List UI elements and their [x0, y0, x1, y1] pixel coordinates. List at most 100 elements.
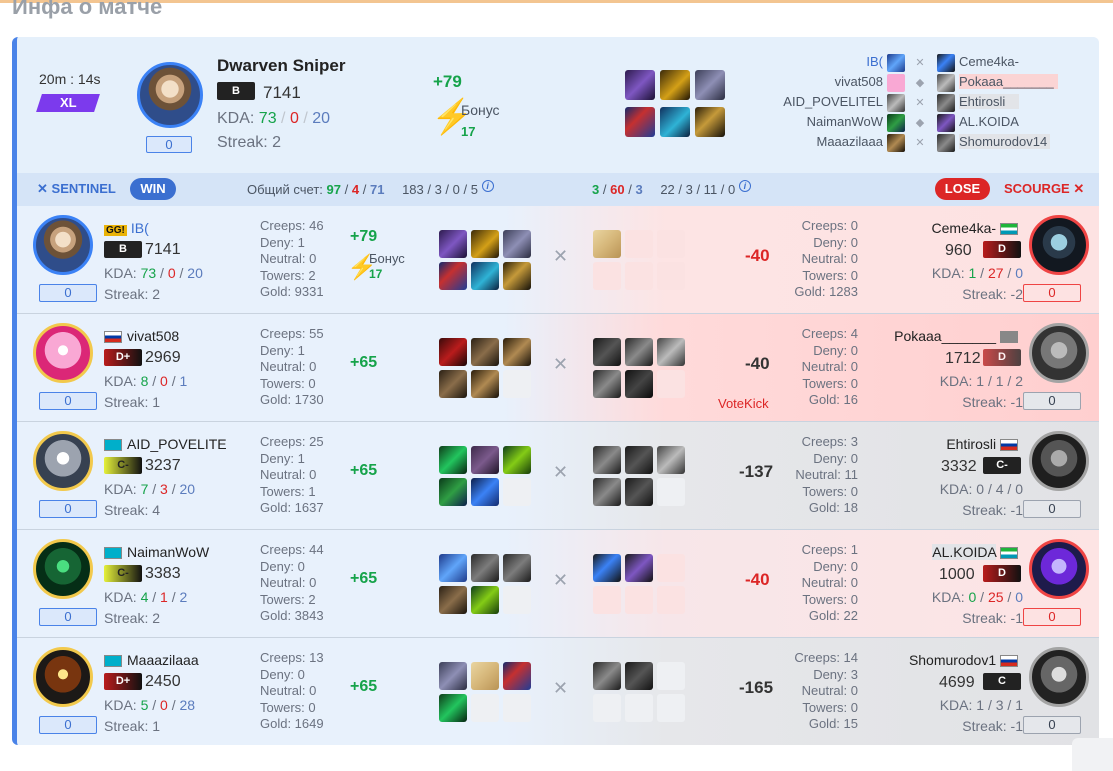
item-icon[interactable] [503, 662, 531, 690]
item-icon[interactable] [593, 554, 621, 582]
player-avatar[interactable] [33, 323, 93, 383]
item-icon[interactable] [471, 554, 499, 582]
item-icon[interactable] [657, 338, 685, 366]
item-icon[interactable] [503, 262, 531, 290]
item-icon[interactable] [625, 478, 653, 506]
stat-deny: Deny: 0 [813, 234, 858, 250]
player-name[interactable]: AID_POVELITE [104, 436, 227, 452]
item-icon[interactable] [625, 107, 655, 137]
kda-kills: 0 [968, 589, 977, 605]
player-name[interactable]: Ehtirosli [897, 436, 1023, 452]
item-icon[interactable] [593, 338, 621, 366]
item-icon[interactable] [625, 370, 653, 398]
item-icon[interactable] [660, 70, 690, 100]
player-name[interactable]: vivat508 [104, 328, 179, 344]
item-icon[interactable] [503, 338, 531, 366]
player-name[interactable]: Pokaaa_______ [887, 328, 1023, 344]
item-icon[interactable] [439, 694, 467, 722]
flag-icon [1000, 331, 1018, 344]
roster-left-4[interactable]: NaimanWoW [777, 114, 883, 129]
item-icon[interactable] [625, 662, 653, 690]
player-name[interactable]: NaimanWoW [104, 544, 209, 560]
item-icon[interactable] [471, 478, 499, 506]
flag-icon [1000, 655, 1018, 668]
player-name[interactable]: Maaazilaaa [104, 652, 199, 668]
roster-right-5[interactable]: Shomurodov14 [959, 134, 1051, 149]
player-avatar[interactable] [1029, 539, 1089, 599]
item-icon[interactable] [660, 107, 690, 137]
item-icon[interactable] [439, 586, 467, 614]
item-icon[interactable] [657, 446, 685, 474]
player-avatar[interactable] [33, 431, 93, 491]
item-icon[interactable] [625, 554, 653, 582]
crossed-swords-icon: ✕ [553, 462, 569, 482]
item-icon[interactable] [439, 554, 467, 582]
player-avatar[interactable] [1029, 323, 1089, 383]
item-icon[interactable] [503, 554, 531, 582]
item-icon[interactable] [695, 70, 725, 100]
player-avatar[interactable] [1029, 431, 1089, 491]
item-icon[interactable] [593, 446, 621, 474]
item-icon[interactable] [625, 338, 653, 366]
crossed-swords-icon: ✕ [915, 137, 925, 149]
item-icon[interactable] [471, 370, 499, 398]
stat-deny: Deny: 0 [813, 342, 858, 358]
stat-creeps: Creeps: 44 [260, 542, 324, 557]
empty-item-slot [657, 478, 685, 506]
item-icon[interactable] [439, 338, 467, 366]
item-icon[interactable] [625, 70, 655, 100]
player-name[interactable]: GG! IB( [104, 220, 149, 236]
item-icon[interactable] [439, 478, 467, 506]
player-name[interactable]: Shomurodov1 [887, 652, 1023, 668]
player-name[interactable]: Ceme4ka- [897, 220, 1023, 236]
roster-left-2[interactable]: vivat508 [777, 74, 883, 89]
item-icon[interactable] [593, 662, 621, 690]
item-icon[interactable] [471, 662, 499, 690]
kda-kills: 4 [140, 589, 149, 605]
player-value-box: 0 [1023, 392, 1081, 410]
player-avatar[interactable] [1029, 647, 1089, 707]
player-avatar[interactable] [33, 647, 93, 707]
kda-deaths: 0 [289, 110, 299, 127]
roster-right-4[interactable]: AL.KOIDA [959, 114, 1019, 129]
info-icon[interactable]: i [738, 180, 751, 192]
stat-towers: Towers: 0 [802, 699, 858, 715]
item-icon[interactable] [593, 478, 621, 506]
item-icon[interactable] [439, 446, 467, 474]
item-icon[interactable] [471, 338, 499, 366]
item-icon[interactable] [471, 446, 499, 474]
roster-right-3[interactable]: Ehtirosli [959, 94, 1020, 109]
item-icon[interactable] [439, 262, 467, 290]
roster-left-1[interactable]: IB( [777, 54, 883, 69]
bonus-value: 17 [369, 267, 383, 281]
item-icon[interactable] [503, 446, 531, 474]
empty-item-slot [503, 586, 531, 614]
item-icon[interactable] [593, 370, 621, 398]
player-streak: Streak: -1 [962, 394, 1023, 410]
roster-left-3[interactable]: AID_POVELITEL [777, 94, 883, 109]
player-name[interactable]: AL.KOIDA [897, 544, 1023, 560]
item-icon[interactable] [439, 230, 467, 258]
roster-left-5[interactable]: Maaazilaaa [777, 134, 884, 149]
player-avatar[interactable] [1029, 215, 1089, 275]
player-avatar[interactable] [33, 539, 93, 599]
hero-avatar[interactable] [137, 62, 203, 128]
item-icon[interactable] [439, 662, 467, 690]
item-icon[interactable] [695, 107, 725, 137]
item-icon[interactable] [471, 262, 499, 290]
item-icon[interactable] [471, 586, 499, 614]
item-icon[interactable] [625, 446, 653, 474]
player-row: 0 Maaazilaaa D+ 2450 KDA: 5 / 0 / 28 Str… [17, 638, 1099, 745]
item-icon[interactable] [439, 370, 467, 398]
roster-right-2[interactable]: Pokaaa_______ [959, 74, 1058, 89]
floating-widget-button[interactable] [1072, 738, 1113, 771]
item-icon[interactable] [471, 230, 499, 258]
stat-towers: Towers: 0 [802, 375, 858, 391]
player-value-box: 0 [39, 392, 97, 410]
player-avatar[interactable] [33, 215, 93, 275]
info-icon[interactable]: i [481, 180, 494, 192]
item-icon[interactable] [503, 230, 531, 258]
item-icon[interactable] [593, 230, 621, 258]
kda-deaths: 0 [160, 697, 168, 713]
roster-right-1[interactable]: Ceme4ka- [959, 54, 1019, 69]
